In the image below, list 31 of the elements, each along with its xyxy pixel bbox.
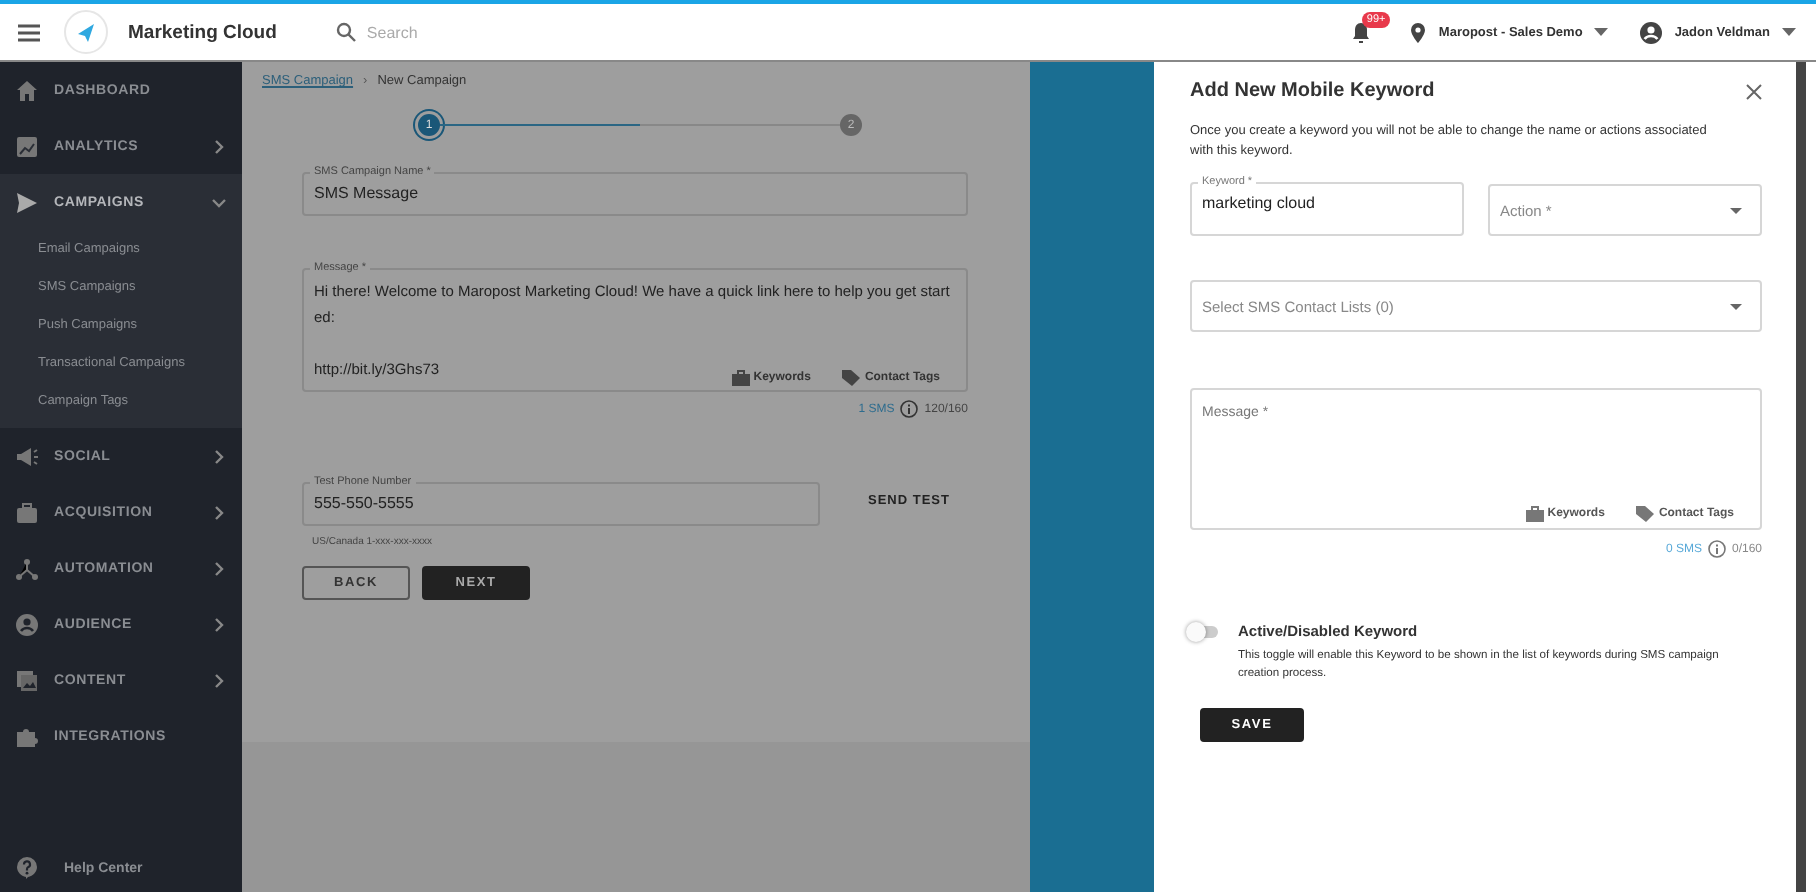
briefcase-icon xyxy=(16,501,38,523)
network-icon xyxy=(16,557,38,579)
toggle-switch[interactable] xyxy=(1190,625,1218,637)
tag-icon xyxy=(842,370,861,386)
briefcase-icon xyxy=(1525,506,1544,522)
search-field[interactable]: Search xyxy=(366,23,527,41)
person-icon xyxy=(16,613,38,635)
megaphone-icon xyxy=(16,445,38,467)
help-icon xyxy=(16,856,38,880)
caret-icon xyxy=(1730,303,1742,309)
info-icon[interactable] xyxy=(1707,540,1726,558)
caret-icon xyxy=(1782,28,1796,36)
close-icon[interactable] xyxy=(1746,83,1762,99)
puzzle-icon xyxy=(16,725,38,747)
chart-icon xyxy=(16,135,38,157)
bell-icon[interactable] xyxy=(1352,21,1371,43)
tag-icon xyxy=(1636,506,1655,522)
plane-logo-icon[interactable] xyxy=(64,10,108,54)
drawer-title: Add New Mobile Keyword xyxy=(1190,80,1435,102)
home-icon xyxy=(16,79,38,101)
caret-icon xyxy=(1730,207,1742,213)
app-name: Marketing Cloud xyxy=(128,21,277,43)
image-icon xyxy=(16,669,38,691)
send-icon xyxy=(16,191,38,213)
search-icon xyxy=(336,22,357,42)
briefcase-icon xyxy=(731,370,750,386)
menu-icon[interactable] xyxy=(18,23,40,41)
info-icon[interactable] xyxy=(900,400,919,418)
location-pin-icon xyxy=(1410,21,1427,43)
user-avatar-icon xyxy=(1640,21,1663,43)
caret-icon xyxy=(1594,28,1609,36)
